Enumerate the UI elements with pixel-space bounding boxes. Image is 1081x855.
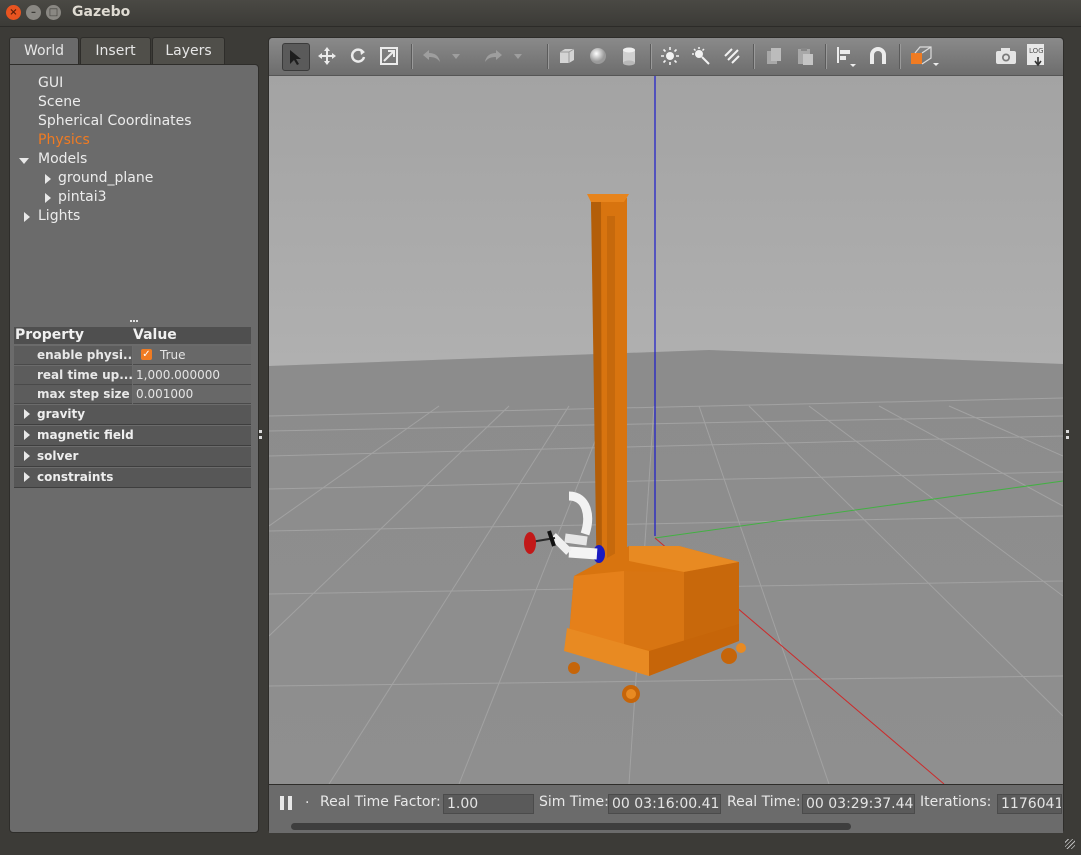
log-icon-label: LOG xyxy=(1029,47,1044,55)
window-title: Gazebo xyxy=(72,4,131,20)
minimize-window-button[interactable]: – xyxy=(26,5,41,20)
spot-light-icon[interactable] xyxy=(688,43,714,69)
value-column-header: Value xyxy=(133,327,177,343)
property-key: enable physi... xyxy=(37,348,132,362)
iterations-label: Iterations: xyxy=(920,794,992,810)
group-label: magnetic field xyxy=(37,428,134,442)
rotate-icon[interactable] xyxy=(345,43,371,69)
tree-item-pintai3[interactable]: pintai3 xyxy=(58,188,107,207)
group-label: constraints xyxy=(37,470,114,484)
point-light-icon[interactable] xyxy=(657,43,683,69)
undo-icon[interactable] xyxy=(419,43,445,69)
property-table-header: Property Value xyxy=(14,327,251,344)
copy-icon[interactable] xyxy=(761,43,787,69)
tree-item-physics[interactable]: Physics xyxy=(38,131,90,150)
expand-lights-icon[interactable] xyxy=(24,212,30,222)
property-row-real-time-update[interactable]: real time up... 1,000.000000 xyxy=(14,366,251,385)
redo-icon[interactable] xyxy=(480,43,506,69)
view-angle-icon[interactable] xyxy=(907,43,941,69)
real-time-field: 00 03:29:37.440 xyxy=(802,794,915,814)
group-label: solver xyxy=(37,449,79,463)
scale-icon[interactable] xyxy=(376,43,402,69)
property-group-gravity[interactable]: gravity xyxy=(14,405,251,425)
log-icon[interactable]: LOG xyxy=(1023,43,1051,69)
tree-item-gui[interactable]: GUI xyxy=(38,74,63,93)
undo-dropdown-icon[interactable] xyxy=(449,43,463,69)
tab-world[interactable]: World xyxy=(9,37,79,66)
real-time-factor-label: Real Time Factor: xyxy=(320,794,441,810)
property-column-header: Property xyxy=(15,327,85,343)
group-label: gravity xyxy=(37,407,86,421)
scene-render[interactable] xyxy=(269,76,1063,784)
property-value[interactable]: 1,000.000000 xyxy=(136,366,220,384)
expand-models-icon[interactable] xyxy=(19,158,29,164)
3d-viewport[interactable] xyxy=(269,76,1063,784)
maximize-window-button[interactable]: □ xyxy=(46,5,61,20)
expand-icon xyxy=(24,409,30,419)
real-time-label: Real Time: xyxy=(727,794,801,810)
property-row-enable-physics[interactable]: enable physi... ✓ True xyxy=(14,346,251,365)
property-group-magnetic-field[interactable]: magnetic field xyxy=(14,426,251,446)
property-value[interactable]: 0.001000 xyxy=(136,385,193,403)
redo-dropdown-icon[interactable] xyxy=(511,43,525,69)
cylinder-icon[interactable] xyxy=(616,43,642,69)
tree-item-ground-plane[interactable]: ground_plane xyxy=(58,169,153,188)
box-icon[interactable] xyxy=(554,43,580,69)
translate-icon[interactable] xyxy=(314,43,340,69)
property-group-solver[interactable]: solver xyxy=(14,447,251,467)
iterations-field: 11760417 xyxy=(997,794,1062,814)
screenshot-icon[interactable] xyxy=(993,43,1019,69)
property-key: max step size xyxy=(37,387,130,401)
select-arrow-icon[interactable] xyxy=(282,43,310,71)
property-value: True xyxy=(160,348,186,362)
paste-icon[interactable] xyxy=(792,43,818,69)
directional-light-icon[interactable] xyxy=(719,43,745,69)
expand-ground-plane-icon[interactable] xyxy=(45,174,51,184)
expand-icon xyxy=(24,451,30,461)
background-sky xyxy=(269,76,1063,366)
status-bar: . Real Time Factor: 1.00 Sim Time: 00 03… xyxy=(269,784,1063,833)
tree-item-lights[interactable]: Lights xyxy=(38,207,80,226)
expand-icon xyxy=(24,430,30,440)
left-splitter-handle[interactable] xyxy=(259,430,265,439)
expand-icon xyxy=(24,472,30,482)
panel-splitter-handle[interactable] xyxy=(130,320,138,325)
sim-time-field: 00 03:16:00.417 xyxy=(608,794,721,814)
property-key: real time up... xyxy=(37,368,132,382)
sphere-icon[interactable] xyxy=(585,43,611,69)
main-toolbar: LOG xyxy=(269,38,1063,76)
tree-item-spherical-coordinates[interactable]: Spherical Coordinates xyxy=(38,112,192,131)
snap-icon[interactable] xyxy=(865,43,891,69)
property-group-constraints[interactable]: constraints xyxy=(14,468,251,488)
align-icon[interactable] xyxy=(833,43,859,69)
window-titlebar: × – □ Gazebo xyxy=(0,0,1081,27)
right-splitter-handle[interactable] xyxy=(1066,430,1072,439)
viewport-frame: LOG . Real Time Factor: 1.00 Sim Time: 0… xyxy=(268,37,1064,833)
tab-layers[interactable]: Layers xyxy=(152,37,225,64)
real-time-factor-field: 1.00 xyxy=(443,794,534,814)
property-row-max-step-size[interactable]: max step size 0.001000 xyxy=(14,385,251,404)
world-panel: GUI Scene Spherical Coordinates Physics … xyxy=(9,64,259,833)
sim-time-label: Sim Time: xyxy=(539,794,609,810)
tree-item-models[interactable]: Models xyxy=(38,150,87,169)
pause-icon[interactable] xyxy=(280,796,292,810)
tree-item-scene[interactable]: Scene xyxy=(38,93,81,112)
close-window-button[interactable]: × xyxy=(6,5,21,20)
expand-pintai3-icon[interactable] xyxy=(45,193,51,203)
resize-grip[interactable] xyxy=(1065,839,1075,849)
status-scrollbar[interactable] xyxy=(291,823,851,830)
step-indicator: . xyxy=(305,791,310,807)
enable-physics-checkbox[interactable]: ✓ xyxy=(141,349,152,360)
tab-insert[interactable]: Insert xyxy=(80,37,151,64)
